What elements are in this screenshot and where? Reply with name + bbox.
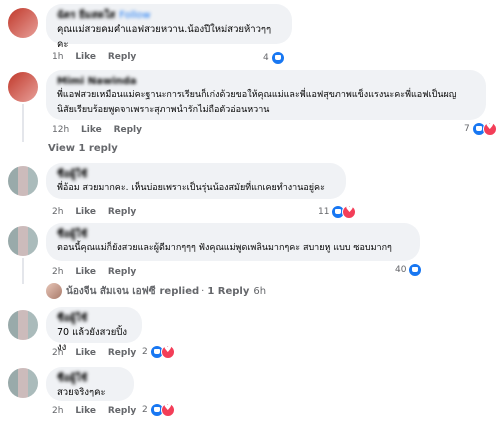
comment-bubble: ฉัตร ยิ้มสดใส Follow คุณแม่สวยคมคำแอฟสวยห… (46, 4, 292, 50)
like-button[interactable]: Like (81, 125, 102, 135)
comment-text: สวยจริงๆคะ (57, 387, 106, 398)
comment-time[interactable]: 2h (52, 267, 63, 277)
comment-text-line-2: นิสัยเรียบร้อยพูดจาเพราะสุภาพนำรักไม่ถือ… (57, 105, 270, 115)
comment-actions: 1h Like Reply (52, 52, 145, 62)
comment-actions: 2h Like Reply (52, 348, 145, 358)
avatar[interactable] (8, 226, 38, 256)
commenter-name[interactable]: ชื่อผู้ใช้ (57, 372, 123, 385)
commenter-name[interactable]: ชื่อผู้ใช้ (57, 312, 131, 325)
like-button[interactable]: Like (75, 52, 96, 62)
comment-text: พี่อ้อม สวยมากคะ. เห็นบ่อยเพราะเป็นรุ่นน… (57, 183, 325, 193)
commenter-name[interactable]: ฉัตร ยิ้มสดใส Follow (57, 9, 281, 22)
comment-bubble: Mimi Nawinda พี่แอฟสวยเหมือนแม่คะฐานะการ… (46, 70, 486, 120)
love-icon (160, 345, 175, 359)
reply-summary[interactable]: น้องจีน สัมเจน เอฟซี replied · 1 Reply 6… (46, 283, 266, 299)
replier-name: น้องจีน สัมเจน เอฟซี (66, 285, 156, 297)
thread-line (22, 258, 24, 284)
reaction-number: 40 (395, 265, 407, 275)
reaction-count[interactable]: 7 (464, 122, 497, 136)
avatar (46, 283, 62, 299)
avatar[interactable] (8, 310, 38, 340)
like-button[interactable]: Like (75, 406, 96, 416)
comment-text-line-1: พี่แอฟสวยเหมือนแม่คะฐานะการเรียนก็เก่งด้… (57, 90, 457, 100)
comment-actions: 12h Like Reply (52, 125, 151, 135)
reply-time: 6h (253, 285, 267, 297)
replied-text: replied (159, 285, 200, 297)
commenter-name[interactable]: Mimi Nawinda (57, 75, 475, 88)
reply-count: 1 Reply (207, 285, 250, 297)
reaction-number: 7 (464, 124, 470, 134)
reply-button[interactable]: Reply (114, 125, 142, 135)
reply-button[interactable]: Reply (108, 207, 136, 217)
reaction-number: 11 (318, 207, 330, 217)
commenter-name[interactable]: ชื่อผู้ใช้ (57, 168, 335, 181)
follow-link[interactable]: Follow (119, 10, 150, 21)
reply-arrow-icon: · (201, 285, 205, 297)
like-button[interactable]: Like (75, 348, 96, 358)
reply-button[interactable]: Reply (108, 406, 136, 416)
comment-actions: 2h Like Reply (52, 406, 145, 416)
reaction-number: 4 (263, 53, 269, 63)
love-icon (160, 403, 175, 417)
comment-text: ตอนนี้คุณแม่ก็ยังสวยและผู้ดีมากๆๆๆ ฟังคุ… (57, 243, 392, 253)
comment-bubble: ชื่อผู้ใช้ สวยจริงๆคะ (46, 367, 134, 401)
like-icon (408, 263, 423, 277)
reply-button[interactable]: Reply (108, 267, 136, 277)
comment-time[interactable]: 2h (52, 348, 63, 358)
like-button[interactable]: Like (75, 207, 96, 217)
thread-line (22, 104, 24, 142)
comment-actions: 2h Like Reply (52, 267, 145, 277)
comment-bubble: ชื่อผู้ใช้ ตอนนี้คุณแม่ก็ยังสวยและผู้ดีม… (46, 223, 420, 261)
comment-text: คุณแม่สวยคมคำแอฟสวยหวาน.น้องปีใหม่สวยห้า… (57, 24, 272, 50)
view-replies-link[interactable]: View 1 reply (48, 143, 118, 154)
comment-actions: 2h Like Reply (52, 207, 145, 217)
comment-time[interactable]: 1h (52, 52, 63, 62)
like-button[interactable]: Like (75, 267, 96, 277)
comment-time[interactable]: 2h (52, 207, 63, 217)
reply-button[interactable]: Reply (108, 52, 136, 62)
reaction-count[interactable]: 40 (395, 263, 423, 277)
avatar[interactable] (8, 8, 38, 38)
comment-bubble: ชื่อผู้ใช้ พี่อ้อม สวยมากคะ. เห็นบ่อยเพร… (46, 163, 346, 199)
avatar[interactable] (8, 368, 38, 398)
comment-time[interactable]: 12h (52, 125, 69, 135)
reaction-count[interactable]: 11 (318, 205, 357, 219)
avatar[interactable] (8, 166, 38, 196)
love-icon (342, 205, 357, 219)
comment-bubble: ชื่อผู้ใช้ 70 แล้วยังสวยปิ้งงง (46, 307, 142, 353)
comment-time[interactable]: 2h (52, 406, 63, 416)
reaction-count[interactable]: 4 (263, 51, 285, 65)
reply-button[interactable]: Reply (108, 348, 136, 358)
love-icon (482, 122, 497, 136)
commenter-name[interactable]: ชื่อผู้ใช้ (57, 228, 409, 241)
reaction-count[interactable]: 2 (142, 403, 175, 417)
like-icon (270, 51, 285, 65)
reaction-count[interactable]: 2 (142, 345, 175, 359)
avatar[interactable] (8, 72, 38, 102)
